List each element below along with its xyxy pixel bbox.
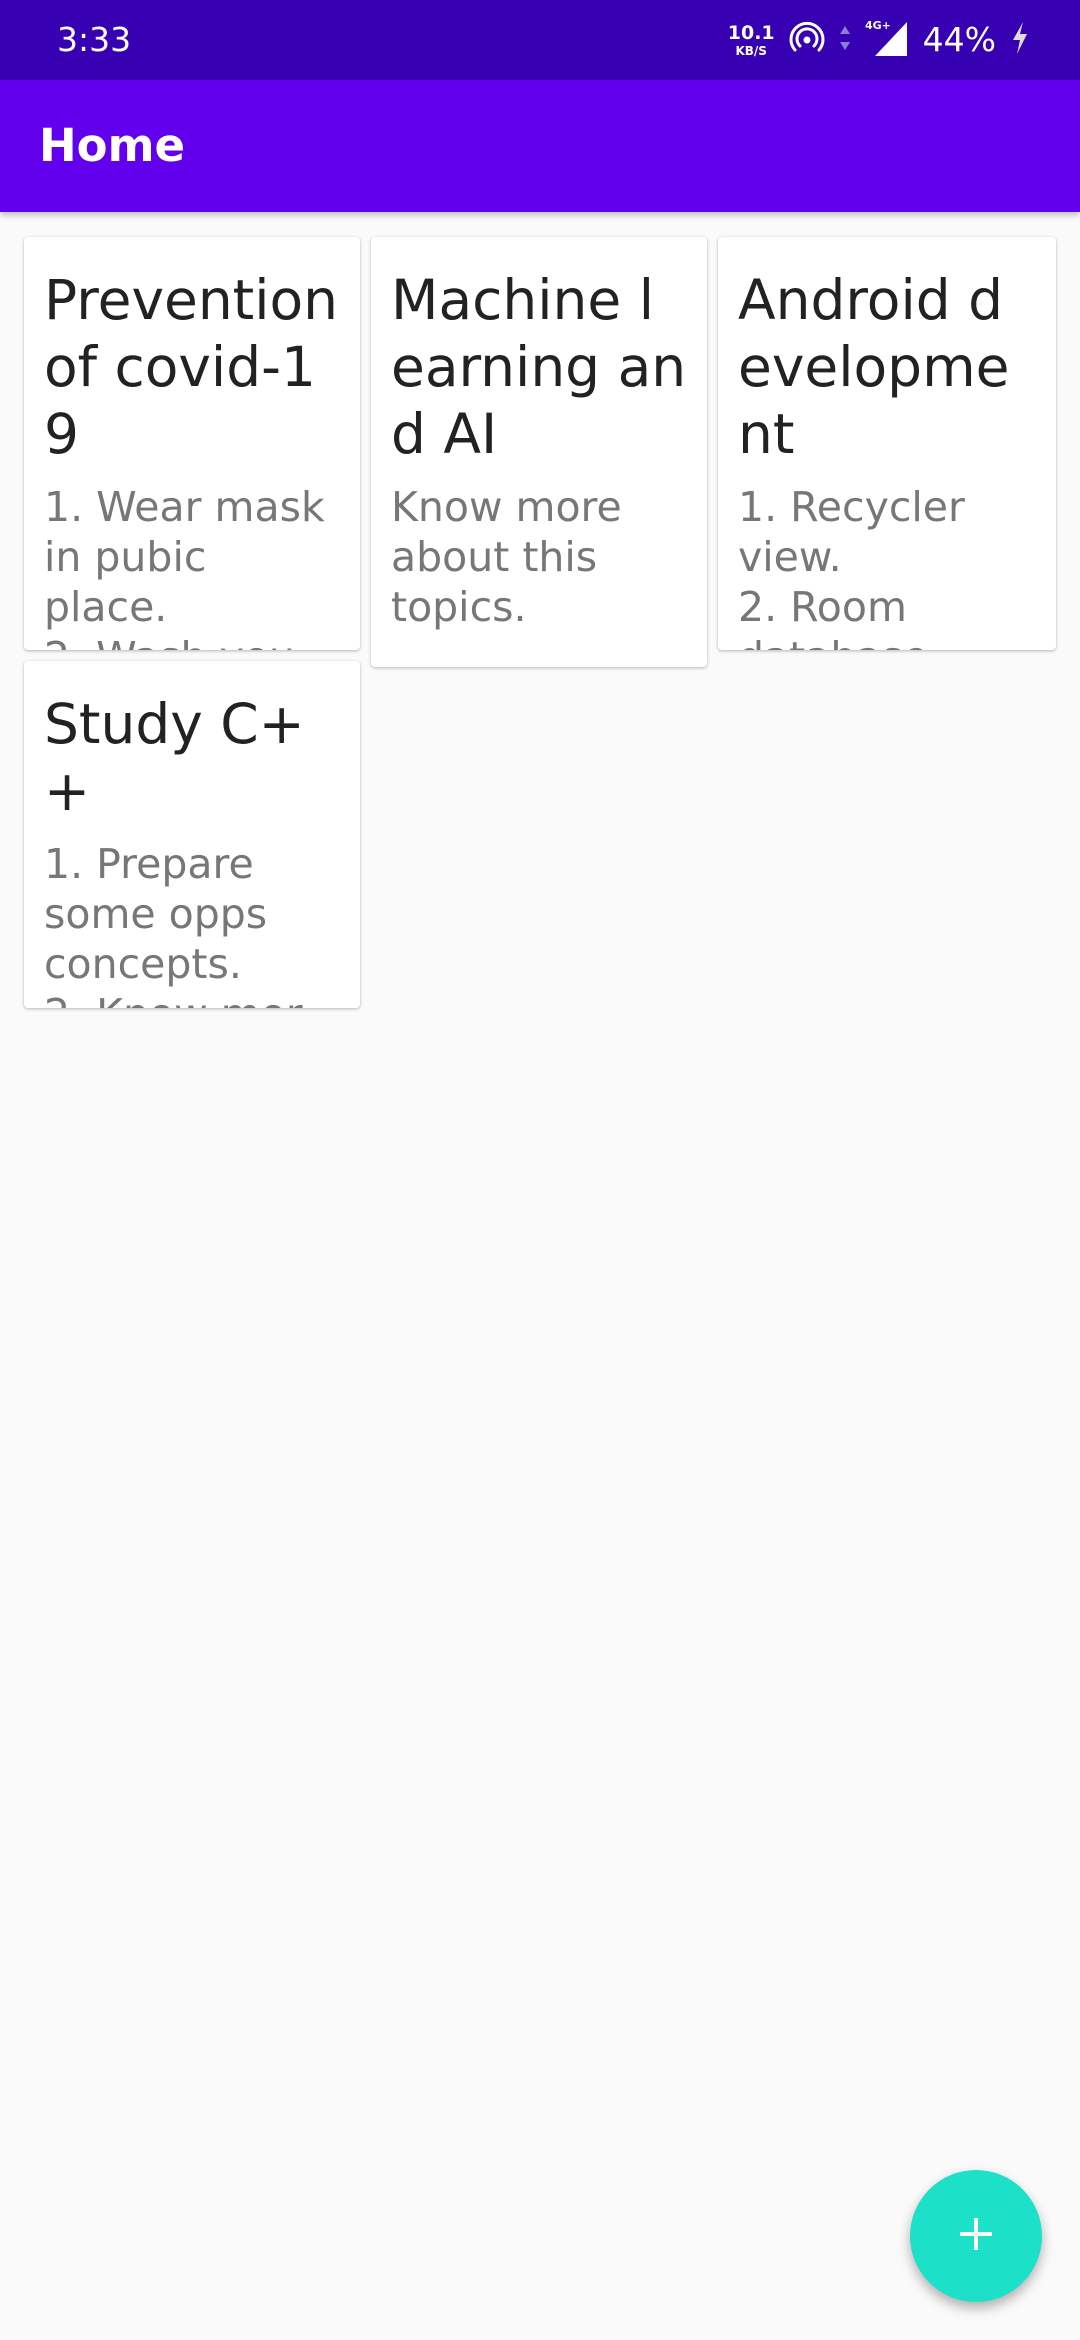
note-card-ml[interactable]: Machine learning and AI Know more about … bbox=[371, 237, 707, 667]
note-card-android[interactable]: Android development 1. Recycler view. 2.… bbox=[718, 237, 1056, 650]
note-body: 1. Recycler view. 2. Room database.... bbox=[738, 483, 980, 650]
note-card-cpp[interactable]: Study C++ 1. Prepare some opps concepts.… bbox=[24, 661, 360, 1008]
note-body: Know more about this topics. bbox=[391, 483, 622, 631]
battery-percentage: 44% bbox=[922, 20, 996, 59]
note-card-covid[interactable]: Prevention of covid-19 1. Wear mask in p… bbox=[24, 237, 360, 650]
add-note-button[interactable] bbox=[910, 2170, 1042, 2302]
app-bar: Home bbox=[0, 80, 1080, 212]
note-body: 1. Prepare some opps concepts. 2. Know m… bbox=[44, 840, 338, 1008]
network-type-label: 4G+ bbox=[865, 19, 891, 32]
network-speed-value: 10.1 bbox=[727, 21, 775, 44]
note-title: Study C++ bbox=[44, 692, 305, 823]
note-title: Android development bbox=[738, 268, 1010, 466]
note-title: Prevention of covid-19 bbox=[44, 268, 339, 466]
network-speed-unit: KB/S bbox=[735, 43, 767, 58]
network-speed: 10.1 KB/S bbox=[727, 21, 775, 58]
charging-icon bbox=[1010, 20, 1030, 60]
status-icons: 10.1 KB/S 4G+ 44% bbox=[728, 16, 1030, 64]
note-title: Machine learning and AI bbox=[391, 268, 687, 466]
page-title: Home bbox=[39, 119, 185, 172]
plus-icon bbox=[956, 2214, 996, 2258]
hotspot-icon bbox=[789, 20, 825, 60]
status-time: 3:33 bbox=[57, 20, 132, 59]
signal-icon: 4G+ bbox=[865, 18, 909, 62]
note-body: 1. Wear mask in pubic place. 2. Wash you… bbox=[44, 483, 325, 650]
status-bar: 3:33 10.1 KB/S 4G+ 44% bbox=[0, 0, 1080, 80]
data-arrows-icon bbox=[839, 23, 851, 57]
